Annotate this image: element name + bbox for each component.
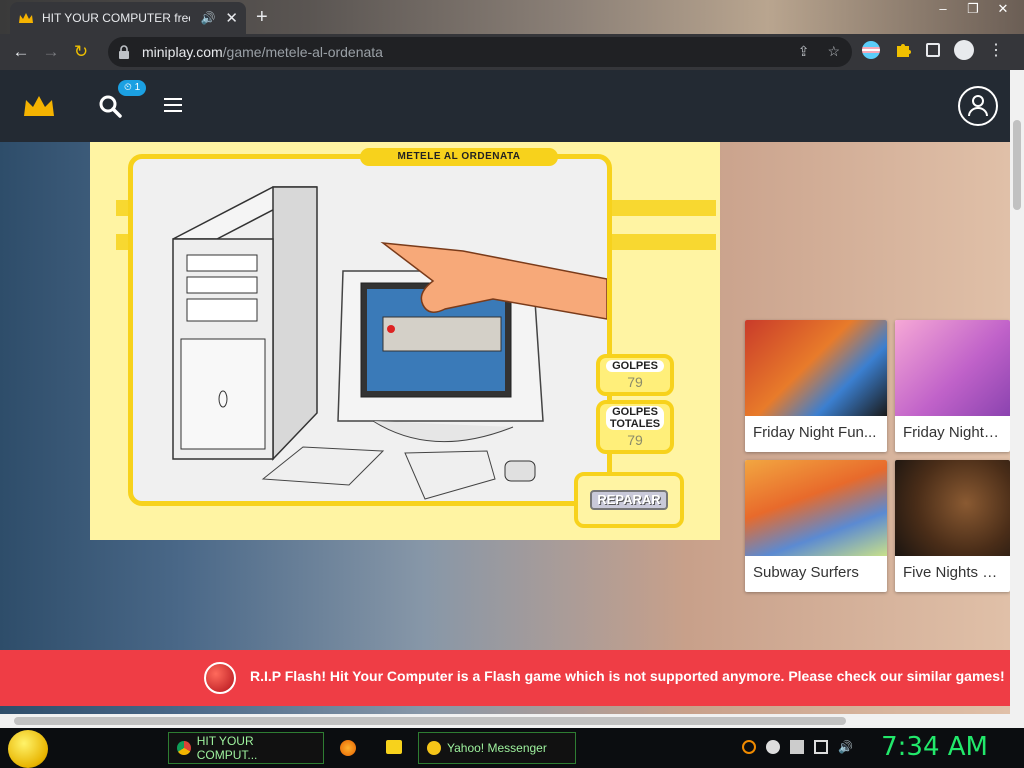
url-host: miniplay.com (142, 44, 223, 60)
extensions-area: ⋮ (862, 40, 1004, 60)
search-icon[interactable] (98, 94, 124, 120)
site-logo-crown-icon[interactable] (22, 94, 56, 118)
game-name: Five Nights at Fr (903, 564, 1010, 581)
window-controls: – ❐ ✕ (928, 0, 1018, 20)
hits-value: 79 (627, 374, 643, 390)
game-title-banner: METELE AL ORDENATA (360, 148, 558, 166)
tab-close-icon[interactable]: ✕ (225, 9, 238, 27)
vertical-scroll-thumb[interactable] (1013, 120, 1021, 210)
search-tray-icon[interactable] (742, 740, 756, 754)
game-scene-frame (128, 154, 612, 506)
url-path: /game/metele-al-ordenata (222, 44, 383, 60)
share-icon[interactable]: ⇪ (798, 43, 810, 60)
total-hits-counter: GOLPES TOTALES 79 (596, 400, 674, 454)
horizontal-scrollbar[interactable] (0, 714, 1024, 728)
minimize-icon[interactable]: – (928, 0, 958, 20)
extensions-puzzle-icon[interactable] (894, 41, 912, 59)
similar-game-card[interactable]: Five Nights at Fr (895, 460, 1010, 592)
total-hits-value: 79 (627, 432, 643, 448)
repair-button[interactable]: REPARAR (574, 472, 684, 528)
status-tray-icon[interactable] (766, 740, 780, 754)
flash-notice-bar: R.I.P Flash! Hit Your Computer is a Flas… (0, 650, 1010, 706)
back-icon[interactable]: ← (6, 37, 36, 67)
taskbar-chrome-button[interactable]: HIT YOUR COMPUT... (168, 732, 324, 764)
volume-tray-icon[interactable]: 🔊 (838, 740, 853, 754)
vertical-scrollbar[interactable] (1010, 70, 1024, 714)
page-viewport: ⏲ 1 METELE AL ORDENATA GOLPES 79 GOLPES … (0, 70, 1010, 714)
forward-icon[interactable]: → (36, 37, 66, 67)
taskbar: HIT YOUR COMPUT... Yahoo! Messenger 🔊 7:… (0, 728, 1024, 768)
horizontal-scroll-thumb[interactable] (14, 717, 846, 725)
computer-illustration (172, 186, 608, 500)
chrome-icon (177, 741, 191, 755)
hits-label: GOLPES (606, 360, 664, 372)
game-thumbnail (745, 460, 887, 556)
address-bar[interactable]: miniplay.com/game/metele-al-ordenata ⇪ ☆ (108, 37, 852, 67)
repair-label: REPARAR (590, 490, 668, 510)
game-canvas[interactable]: METELE AL ORDENATA GOLPES 79 GOLPES TOTA… (90, 142, 720, 540)
firefox-icon[interactable] (340, 740, 356, 756)
window-close-icon[interactable]: ✕ (988, 0, 1018, 20)
similar-game-card[interactable]: Friday Night Fun (895, 320, 1010, 452)
profile-avatar-icon[interactable] (954, 40, 974, 60)
game-thumbnail (895, 320, 1010, 416)
taskbar-chrome-label: HIT YOUR COMPUT... (196, 734, 258, 762)
game-name: Friday Night Fun... (753, 424, 877, 441)
similar-game-card[interactable]: Friday Night Fun... (745, 320, 887, 452)
game-thumbnail (895, 460, 1010, 556)
notification-badge[interactable]: ⏲ 1 (118, 80, 147, 96)
network-tray-icon[interactable] (814, 740, 828, 754)
tab-title: HIT YOUR COMPUTER free o (42, 11, 191, 25)
system-tray: 🔊 (742, 740, 853, 754)
taskbar-messenger-label: Yahoo! Messenger (447, 741, 547, 755)
flash-notice-text: R.I.P Flash! Hit Your Computer is a Flas… (250, 668, 1005, 684)
browser-tab[interactable]: HIT YOUR COMPUTER free o 🔊 ✕ (10, 2, 246, 34)
start-smiley-icon[interactable] (8, 730, 48, 768)
lock-icon (118, 45, 132, 59)
maximize-icon[interactable]: ❐ (958, 0, 988, 20)
taskbar-messenger-button[interactable]: Yahoo! Messenger (418, 732, 576, 764)
total-hits-label: GOLPES TOTALES (606, 406, 664, 430)
bookmark-star-icon[interactable]: ☆ (827, 43, 840, 60)
site-header: ⏲ 1 (0, 70, 1010, 142)
url-text: miniplay.com/game/metele-al-ordenata (142, 44, 383, 60)
flash-icon (204, 662, 236, 694)
taskbar-clock: 7:34 AM (881, 732, 988, 762)
game-name: Friday Night Fun (903, 424, 1010, 441)
tab-strip: HIT YOUR COMPUTER free o 🔊 ✕ + – ❐ ✕ (0, 0, 1024, 34)
profile-flag-icon[interactable] (862, 41, 880, 59)
game-thumbnail (745, 320, 887, 416)
browser-toolbar: ← → ↻ miniplay.com/game/metele-al-ordena… (0, 34, 1024, 70)
flag-tray-icon[interactable] (790, 740, 804, 754)
new-tab-icon[interactable]: + (256, 6, 268, 29)
crown-favicon-icon (18, 11, 34, 25)
side-panel-icon[interactable] (926, 43, 940, 57)
similar-game-card[interactable]: Subway Surfers (745, 460, 887, 592)
user-account-icon[interactable] (958, 86, 998, 126)
game-name: Subway Surfers (753, 564, 859, 581)
tab-audio-icon[interactable]: 🔊 (200, 11, 215, 25)
folder-icon[interactable] (386, 740, 402, 754)
yahoo-messenger-icon (427, 741, 441, 755)
browser-menu-icon[interactable]: ⋮ (988, 40, 1004, 60)
hamburger-menu-icon[interactable] (164, 98, 182, 112)
reload-icon[interactable]: ↻ (66, 37, 96, 67)
hits-counter: GOLPES 79 (596, 354, 674, 396)
